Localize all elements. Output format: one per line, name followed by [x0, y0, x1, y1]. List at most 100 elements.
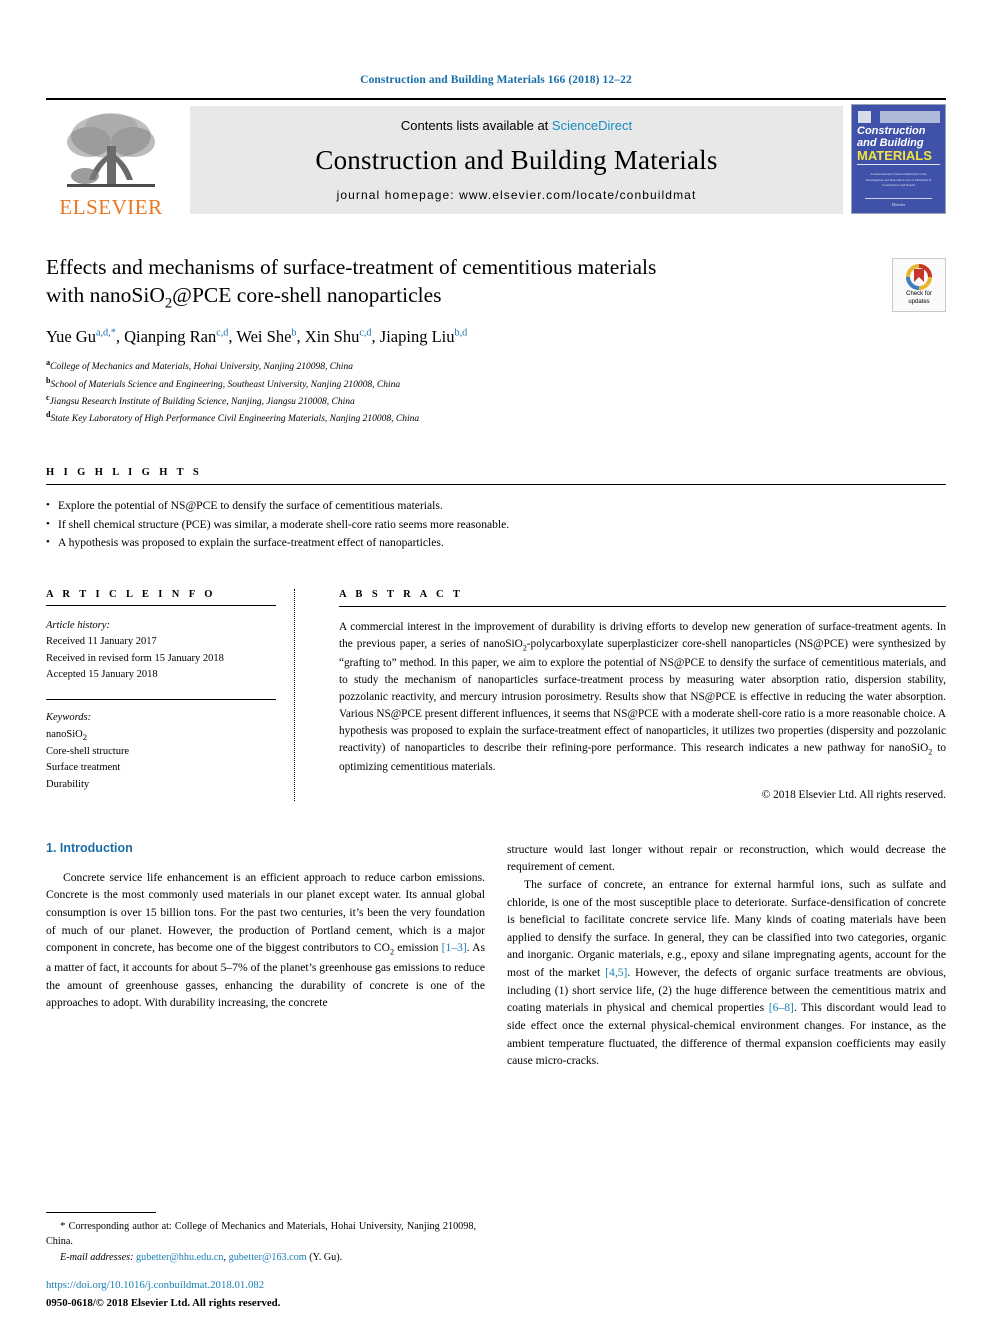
- page-title: Effects and mechanisms of surface-treatm…: [46, 254, 806, 313]
- highlight-item: If shell chemical structure (PCE) was si…: [46, 516, 946, 535]
- doi-link[interactable]: https://doi.org/10.1016/j.conbuildmat.20…: [46, 1277, 486, 1293]
- cover-foot-rule: [865, 198, 932, 199]
- email-label: E-mail addresses:: [60, 1251, 134, 1263]
- crossmark-badge[interactable]: Check for updates: [892, 258, 946, 312]
- abstract-copyright: © 2018 Elsevier Ltd. All rights reserved…: [761, 788, 946, 801]
- affiliation-text: School of Materials Science and Engineer…: [50, 379, 401, 390]
- article-history-block: Article history: Received 11 January 201…: [46, 618, 276, 683]
- contents-available-line: Contents lists available at ScienceDirec…: [401, 118, 632, 133]
- contents-prefix: Contents lists available at: [400, 118, 552, 133]
- author-sep: ,: [115, 327, 125, 347]
- abstract-body: A commercial interest in the improvement…: [339, 619, 946, 776]
- cover-topbar: [880, 111, 940, 123]
- article-info-rule: [46, 605, 276, 607]
- email-link-primary[interactable]: gubetter@hhu.edu.cn: [136, 1252, 223, 1263]
- author-affil-marker: b,d: [454, 327, 468, 339]
- author-affil-marker: c,d: [216, 327, 229, 339]
- journal-band: Contents lists available at ScienceDirec…: [190, 106, 843, 214]
- affiliation-text: Jiangsu Research Institute of Building S…: [49, 397, 355, 408]
- cover-title-line3: MATERIALS: [857, 148, 940, 166]
- keywords-separator-rule: [46, 699, 276, 701]
- corresponding-author-note: * Corresponding author at: College of Me…: [46, 1218, 476, 1250]
- journal-homepage-link[interactable]: journal homepage: www.elsevier.com/locat…: [337, 188, 697, 202]
- crossmark-label-line1: Check for: [906, 291, 932, 297]
- keyword-text: nanoSiO: [46, 728, 83, 740]
- author-sep: ,: [296, 327, 305, 347]
- citation-link[interactable]: [1–3]: [442, 941, 467, 954]
- author-item[interactable]: Qianping Ranc,d: [124, 327, 228, 346]
- article-info-column: A R T I C L E I N F O Article history: R…: [46, 589, 294, 801]
- elsevier-wordmark: ELSEVIER: [59, 195, 163, 219]
- author-name: Jiaping Liu: [379, 327, 455, 347]
- cover-publisher-mark-icon: [858, 111, 871, 123]
- cover-footer-label: Elsevier: [891, 202, 906, 207]
- corresponding-author-text: Corresponding author at: College of Mech…: [46, 1220, 476, 1248]
- intro-paragraph-right-continued: structure would last longer without repa…: [507, 842, 946, 874]
- intro-left-part-b: emission: [394, 941, 442, 955]
- keyword-item: Durability: [46, 778, 90, 790]
- author-affil-marker: a,d,*: [95, 327, 116, 339]
- abstract-column: A B S T R A C T A commercial interest in…: [294, 589, 946, 801]
- article-history-item: Received 11 January 2017: [46, 636, 157, 648]
- doi-block: https://doi.org/10.1016/j.conbuildmat.20…: [46, 1277, 486, 1311]
- affiliation-item: dState Key Laboratory of High Performanc…: [46, 409, 946, 426]
- keyword-item: Core-shell structure: [46, 746, 130, 758]
- email-note: E-mail addresses: gubetter@hhu.edu.cn, g…: [46, 1250, 476, 1265]
- author-item[interactable]: Wei Sheb: [236, 327, 296, 346]
- sciencedirect-link[interactable]: ScienceDirect: [552, 118, 632, 133]
- crossmark-label: Check for updates: [906, 291, 932, 306]
- author-item[interactable]: Xin Shuc,d: [305, 327, 372, 346]
- keyword-item: nanoSiO2: [46, 727, 276, 745]
- author-name: Yue Gu: [46, 327, 96, 347]
- author-list: Yue Gua,d,*, Qianping Ranc,d, Wei Sheb, …: [46, 327, 946, 347]
- highlight-item: A hypothesis was proposed to explain the…: [46, 534, 946, 553]
- keywords-label: Keywords:: [46, 712, 92, 724]
- affiliation-list: aCollege of Mechanics and Materials, Hoh…: [46, 357, 946, 427]
- abstract-part-2: -polycarboxylate superplasticizer core-s…: [339, 638, 946, 755]
- keywords-block: Keywords: nanoSiO2 Core-shell structure …: [46, 710, 276, 793]
- citation-link[interactable]: [4,5]: [605, 966, 627, 979]
- abstract-heading: A B S T R A C T: [339, 589, 464, 601]
- highlight-item: Explore the potential of NS@PCE to densi…: [46, 497, 946, 516]
- author-affil-marker: c,d: [359, 327, 372, 339]
- cover-blurb: An International Journal Dedicated to th…: [865, 172, 932, 187]
- body-column-left: 1. Introduction Concrete service life en…: [46, 841, 485, 1070]
- crossmark-label-line2: updates: [908, 298, 930, 305]
- author-sep: ,: [371, 327, 380, 347]
- journal-cover-thumbnail: Construction and Building MATERIALS An I…: [851, 104, 946, 214]
- keyword-item: Surface treatment: [46, 762, 121, 774]
- author-item[interactable]: Yue Gua,d,*: [46, 327, 116, 346]
- body-columns: 1. Introduction Concrete service life en…: [46, 841, 946, 1070]
- author-name: Qianping Ran: [124, 327, 217, 347]
- body-column-right: structure would last longer without repa…: [507, 841, 946, 1070]
- title-block: Check for updates Effects and mechanisms…: [46, 254, 946, 427]
- intro-paragraph-right-2: The surface of concrete, an entrance for…: [507, 876, 946, 1070]
- email-suffix: (Y. Gu).: [306, 1251, 343, 1263]
- elsevier-logo: ELSEVIER: [46, 100, 176, 220]
- footnote-rule: [46, 1211, 156, 1213]
- author-name: Xin Shu: [304, 327, 360, 347]
- affiliation-text: State Key Laboratory of High Performance…: [50, 414, 420, 425]
- highlights-list: Explore the potential of NS@PCE to densi…: [46, 497, 946, 553]
- title-line-2-post: @PCE core-shell nanoparticles: [172, 282, 442, 307]
- article-history-item: Received in revised form 15 January 2018: [46, 652, 224, 664]
- affiliation-item: bSchool of Materials Science and Enginee…: [46, 375, 946, 392]
- footnote-area: * Corresponding author at: College of Me…: [46, 1211, 476, 1265]
- highlights-section: H I G H L I G H T S Explore the potentia…: [46, 467, 946, 553]
- intro-paragraph-left: Concrete service life enhancement is an …: [46, 869, 485, 1012]
- citation-link[interactable]: [6–8]: [769, 1001, 794, 1014]
- title-line-1: Effects and mechanisms of surface-treatm…: [46, 255, 657, 279]
- affiliation-item: cJiangsu Research Institute of Building …: [46, 392, 946, 409]
- section-title-introduction: 1. Introduction: [46, 840, 133, 855]
- article-history-item: Accepted 15 January 2018: [46, 669, 158, 680]
- affiliation-text: College of Mechanics and Materials, Hoha…: [50, 362, 353, 373]
- issn-copyright-line: 0950-0618/© 2018 Elsevier Ltd. All right…: [46, 1296, 281, 1309]
- article-info-heading: A R T I C L E I N F O: [46, 589, 216, 601]
- cover-title-line1: Construction: [857, 125, 926, 137]
- email-link-secondary[interactable]: gubetter@163.com: [229, 1252, 307, 1263]
- title-line-2-pre: with nanoSiO: [46, 282, 165, 307]
- crossmark-icon: [906, 264, 932, 290]
- article-page: Construction and Building Materials 166 …: [0, 0, 992, 1323]
- author-item[interactable]: Jiaping Liub,d: [380, 327, 467, 346]
- highlights-heading: H I G H L I G H T S: [46, 466, 203, 478]
